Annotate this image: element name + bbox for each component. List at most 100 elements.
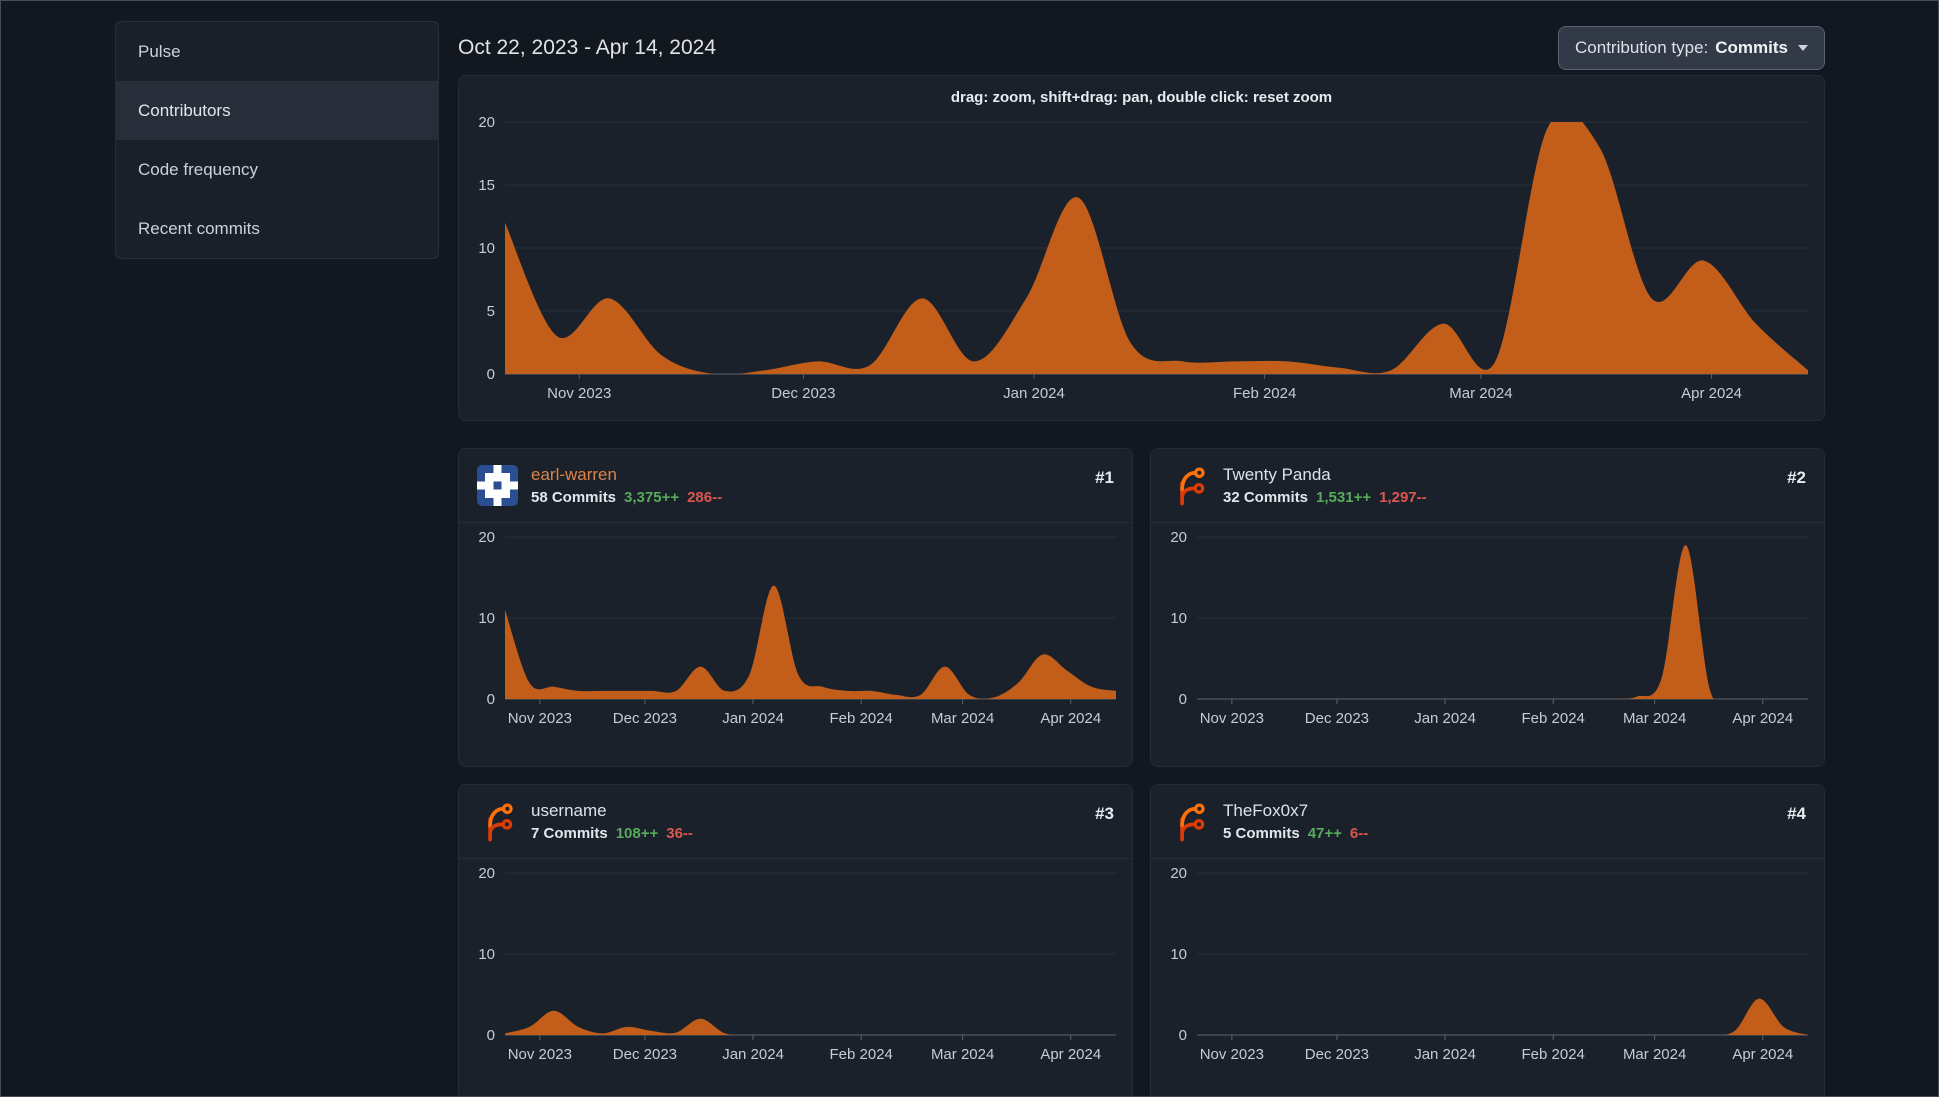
contributor-name-link[interactable]: Twenty Panda: [1223, 465, 1427, 485]
contributor-info: username 7 Commits 108++ 36--: [531, 801, 693, 842]
svg-text:Feb 2024: Feb 2024: [1522, 710, 1585, 727]
contributor-card: TheFox0x7 5 Commits 47++ 6-- #4 0 10 20 Nov…: [1150, 784, 1825, 1096]
svg-text:Apr 2024: Apr 2024: [1732, 710, 1793, 727]
deletions-count: 36--: [666, 825, 693, 842]
svg-text:Feb 2024: Feb 2024: [1522, 1046, 1585, 1063]
commit-count: 7 Commits: [531, 825, 608, 842]
contribution-type-value: Commits: [1715, 38, 1788, 57]
avatar-identicon[interactable]: [477, 465, 518, 506]
svg-text:Jan 2024: Jan 2024: [722, 710, 784, 727]
svg-text:Jan 2024: Jan 2024: [1414, 710, 1476, 727]
contributor-name-link[interactable]: earl-warren: [531, 465, 722, 485]
svg-text:Nov 2023: Nov 2023: [1200, 710, 1264, 727]
activity-chart-card: drag: zoom, shift+drag: pan, double clic…: [458, 75, 1825, 421]
contributor-card: Twenty Panda 32 Commits 1,531++ 1,297-- …: [1150, 448, 1825, 767]
deletions-count: 1,297--: [1379, 489, 1427, 506]
svg-text:Jan 2024: Jan 2024: [1414, 1046, 1476, 1063]
page: Pulse Contributors Code frequency Recent…: [0, 0, 1939, 1097]
contribution-type-label: Contribution type:: [1575, 38, 1709, 57]
contributor-info: Twenty Panda 32 Commits 1,531++ 1,297--: [1223, 465, 1427, 506]
contributor-info: TheFox0x7 5 Commits 47++ 6--: [1223, 801, 1368, 842]
contributor-card: username 7 Commits 108++ 36-- #3 0 10 20 No…: [458, 784, 1133, 1096]
svg-text:0: 0: [487, 1027, 495, 1044]
svg-text:10: 10: [1170, 610, 1187, 627]
avatar-forgejo-logo[interactable]: [1169, 801, 1210, 842]
rank-badge: #2: [1787, 468, 1806, 487]
contributor-chart[interactable]: 0 10 20 Nov 2023 Dec 2023 Jan 2024 Feb 2024 Mar…: [1151, 529, 1824, 735]
svg-text:Dec 2023: Dec 2023: [771, 385, 835, 402]
additions-count: 108++: [615, 825, 659, 842]
contributor-card: earl-warren 58 Commits 3,375++ 286-- #1 …: [458, 448, 1133, 767]
additions-count: 47++: [1307, 825, 1342, 842]
sidebar-item-contributors[interactable]: Contributors: [116, 81, 438, 140]
svg-text:Jan 2024: Jan 2024: [722, 1046, 784, 1063]
svg-text:Apr 2024: Apr 2024: [1040, 710, 1101, 727]
commit-count: 5 Commits: [1223, 825, 1300, 842]
svg-text:Mar 2024: Mar 2024: [931, 1046, 994, 1063]
sidebar-item-pulse[interactable]: Pulse: [116, 22, 438, 81]
contributor-stats: 32 Commits 1,531++ 1,297--: [1223, 489, 1427, 506]
svg-text:Feb 2024: Feb 2024: [830, 1046, 893, 1063]
contributor-name-link[interactable]: TheFox0x7: [1223, 801, 1368, 821]
svg-text:20: 20: [1170, 529, 1187, 546]
contributor-stats: 58 Commits 3,375++ 286--: [531, 489, 722, 506]
sidebar-item-code-frequency[interactable]: Code frequency: [116, 140, 438, 199]
rank-badge: #1: [1095, 468, 1114, 487]
sidebar-menu: Pulse Contributors Code frequency Recent…: [115, 21, 439, 259]
svg-text:Dec 2023: Dec 2023: [613, 710, 677, 727]
svg-text:0: 0: [1179, 1027, 1187, 1044]
sidebar-item-recent-commits[interactable]: Recent commits: [116, 199, 438, 258]
svg-text:5: 5: [487, 303, 495, 320]
avatar-forgejo-logo[interactable]: [1169, 465, 1210, 506]
svg-text:Jan 2024: Jan 2024: [1003, 385, 1065, 402]
svg-text:Mar 2024: Mar 2024: [1623, 1046, 1686, 1063]
additions-count: 3,375++: [624, 489, 680, 506]
chart-zoom-hint: drag: zoom, shift+drag: pan, double clic…: [950, 89, 1333, 106]
deletions-count: 286--: [687, 489, 723, 506]
chevron-down-icon: [1798, 45, 1808, 51]
svg-text:Apr 2024: Apr 2024: [1040, 1046, 1101, 1063]
commit-count: 32 Commits: [1223, 489, 1309, 506]
contributor-card-header: username 7 Commits 108++ 36-- #3: [459, 785, 1132, 859]
contribution-type-dropdown[interactable]: Contribution type: Commits: [1558, 26, 1825, 70]
contributor-card-header: earl-warren 58 Commits 3,375++ 286-- #1: [459, 449, 1132, 523]
svg-text:10: 10: [1170, 946, 1187, 963]
main-content: Oct 22, 2023 - Apr 14, 2024 Contribution…: [458, 21, 1825, 1096]
svg-text:0: 0: [487, 691, 495, 708]
contributor-card-header: Twenty Panda 32 Commits 1,531++ 1,297-- …: [1151, 449, 1824, 523]
svg-text:Mar 2024: Mar 2024: [1449, 385, 1512, 402]
contributor-name-link[interactable]: username: [531, 801, 693, 821]
svg-text:Mar 2024: Mar 2024: [931, 710, 994, 727]
svg-text:10: 10: [478, 240, 495, 257]
svg-text:20: 20: [478, 865, 495, 882]
svg-text:Dec 2023: Dec 2023: [1305, 710, 1369, 727]
svg-text:Dec 2023: Dec 2023: [613, 1046, 677, 1063]
header-row: Oct 22, 2023 - Apr 14, 2024 Contribution…: [458, 21, 1825, 75]
contributor-chart[interactable]: 0 10 20 Nov 2023 Dec 2023 Jan 2024 Feb 2024 Mar…: [459, 865, 1132, 1071]
contributor-stats: 7 Commits 108++ 36--: [531, 825, 693, 842]
svg-text:10: 10: [478, 610, 495, 627]
contributor-stats: 5 Commits 47++ 6--: [1223, 825, 1368, 842]
svg-text:Feb 2024: Feb 2024: [1233, 385, 1296, 402]
svg-text:Nov 2023: Nov 2023: [508, 710, 572, 727]
additions-count: 1,531++: [1316, 489, 1372, 506]
contributor-card-header: TheFox0x7 5 Commits 47++ 6-- #4: [1151, 785, 1824, 859]
commit-count: 58 Commits: [531, 489, 617, 506]
contributor-chart[interactable]: 0 10 20 Nov 2023 Dec 2023 Jan 2024 Feb 2024 Mar…: [459, 529, 1132, 735]
contributors-grid: earl-warren 58 Commits 3,375++ 286-- #1 …: [458, 448, 1825, 1096]
contributor-chart[interactable]: 0 10 20 Nov 2023 Dec 2023 Jan 2024 Feb 2024 Mar…: [1151, 865, 1824, 1071]
svg-text:Nov 2023: Nov 2023: [508, 1046, 572, 1063]
main-activity-chart[interactable]: 0 5 10 15 20 Nov 2023 Dec 2023 Jan 2024 Feb 2024…: [459, 114, 1824, 410]
svg-text:Feb 2024: Feb 2024: [830, 710, 893, 727]
svg-text:20: 20: [1170, 865, 1187, 882]
svg-text:Dec 2023: Dec 2023: [1305, 1046, 1369, 1063]
svg-text:0: 0: [487, 366, 495, 383]
deletions-count: 6--: [1349, 825, 1369, 842]
svg-text:15: 15: [478, 177, 495, 194]
svg-text:10: 10: [478, 946, 495, 963]
avatar-forgejo-logo[interactable]: [477, 801, 518, 842]
svg-text:Apr 2024: Apr 2024: [1681, 385, 1742, 402]
svg-text:Nov 2023: Nov 2023: [1200, 1046, 1264, 1063]
rank-badge: #4: [1787, 804, 1806, 823]
svg-text:Apr 2024: Apr 2024: [1732, 1046, 1793, 1063]
